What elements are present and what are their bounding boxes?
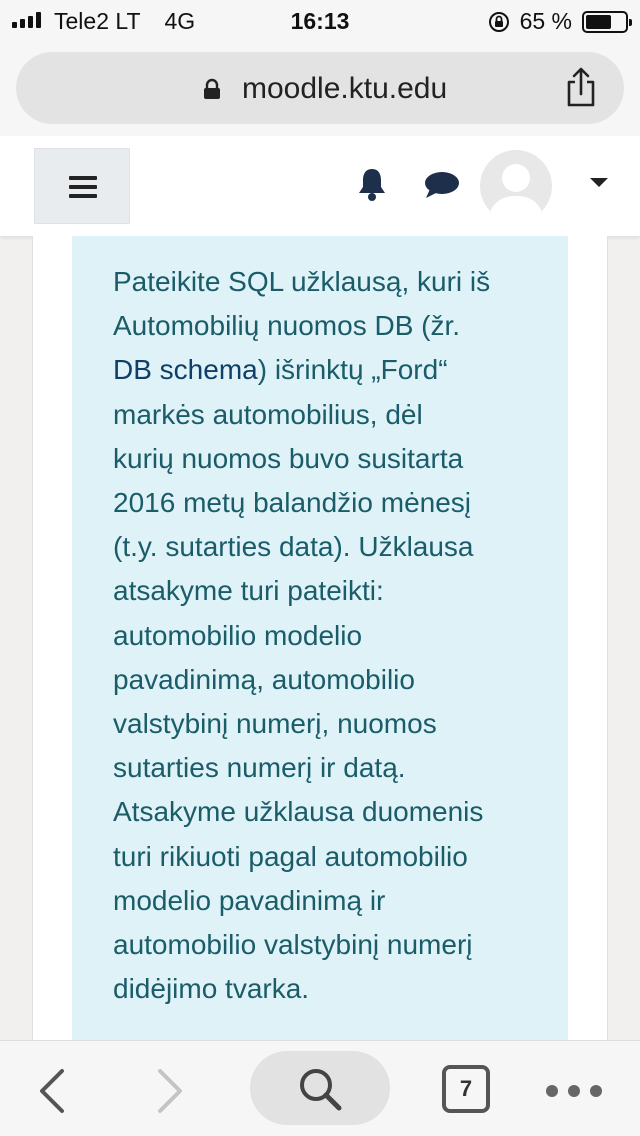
menu-bar — [69, 176, 97, 180]
default-user-icon — [488, 164, 544, 222]
question-line: valstybinį numerį, nuomos — [113, 708, 437, 740]
battery-percent: 65 % — [519, 8, 572, 34]
question-line: Automobilių nuomos DB (žr. — [113, 310, 461, 342]
browser-toolbar: 7 — [0, 1040, 640, 1136]
question-line: modelio pavadinimą ir — [113, 884, 386, 916]
status-right: 65 % — [488, 8, 632, 35]
question-line: kurių nuomos buvo susitarta — [113, 442, 464, 474]
question-line: Atsakyme užklausa duomenis — [113, 796, 484, 828]
db-schema-link[interactable]: DB schema — [113, 354, 258, 385]
site-header — [0, 136, 640, 236]
menu-bar — [69, 185, 97, 189]
address-bar[interactable]: moodle.ktu.edu — [16, 52, 624, 124]
question-line: turi rikiuoti pagal automobilio — [113, 840, 468, 872]
question-line: (t.y. sutarties data). Užklausa — [113, 531, 474, 563]
share-icon[interactable] — [564, 66, 598, 108]
search-button[interactable] — [250, 1051, 390, 1125]
status-bar: Tele2 LT 4G 16:13 65 % — [0, 0, 640, 42]
question-line: automobilio valstybinį numerį — [113, 929, 473, 961]
menu-bar — [69, 194, 97, 198]
battery-fill — [586, 14, 611, 29]
battery-icon — [582, 10, 632, 33]
browser-address-area: moodle.ktu.edu — [0, 42, 640, 136]
question-line: automobilio modelio — [113, 619, 363, 651]
question-line: DB schema) išrinktų „Ford“ — [113, 348, 568, 392]
user-avatar[interactable] — [480, 150, 552, 222]
rotation-lock-icon — [488, 11, 509, 32]
question-line: atsakyme turi pateikti: — [113, 575, 384, 607]
question-text: Pateikite SQL užklausą, kuri iš Automobil… — [72, 236, 568, 1040]
question-line: didėjimo tvarka. — [113, 973, 310, 1005]
question-line: markės automobilius, dėl — [113, 398, 423, 430]
user-menu-chevron-down-icon[interactable] — [590, 178, 608, 187]
menu-toggle-button[interactable] — [34, 148, 130, 224]
url-text[interactable]: moodle.ktu.edu — [242, 72, 447, 106]
forward-chevron-icon[interactable] — [152, 1067, 188, 1115]
messages-chat-icon[interactable] — [424, 170, 460, 200]
notifications-bell-icon[interactable] — [356, 166, 388, 202]
search-icon — [300, 1069, 342, 1111]
more-options-icon[interactable] — [546, 1085, 602, 1097]
question-line: sutarties numerį ir datą. — [113, 752, 406, 784]
tabs-button[interactable]: 7 — [442, 1065, 490, 1113]
question-line: 2016 metų balandžio mėnesį — [113, 487, 472, 519]
question-line: pavadinimą, automobilio — [113, 663, 415, 695]
question-line: Pateikite SQL užklausą, kuri iš — [113, 266, 491, 297]
lock-icon — [204, 78, 220, 99]
back-chevron-icon[interactable] — [34, 1067, 70, 1115]
question-line-text: ) išrinktų „Ford“ — [257, 354, 448, 386]
